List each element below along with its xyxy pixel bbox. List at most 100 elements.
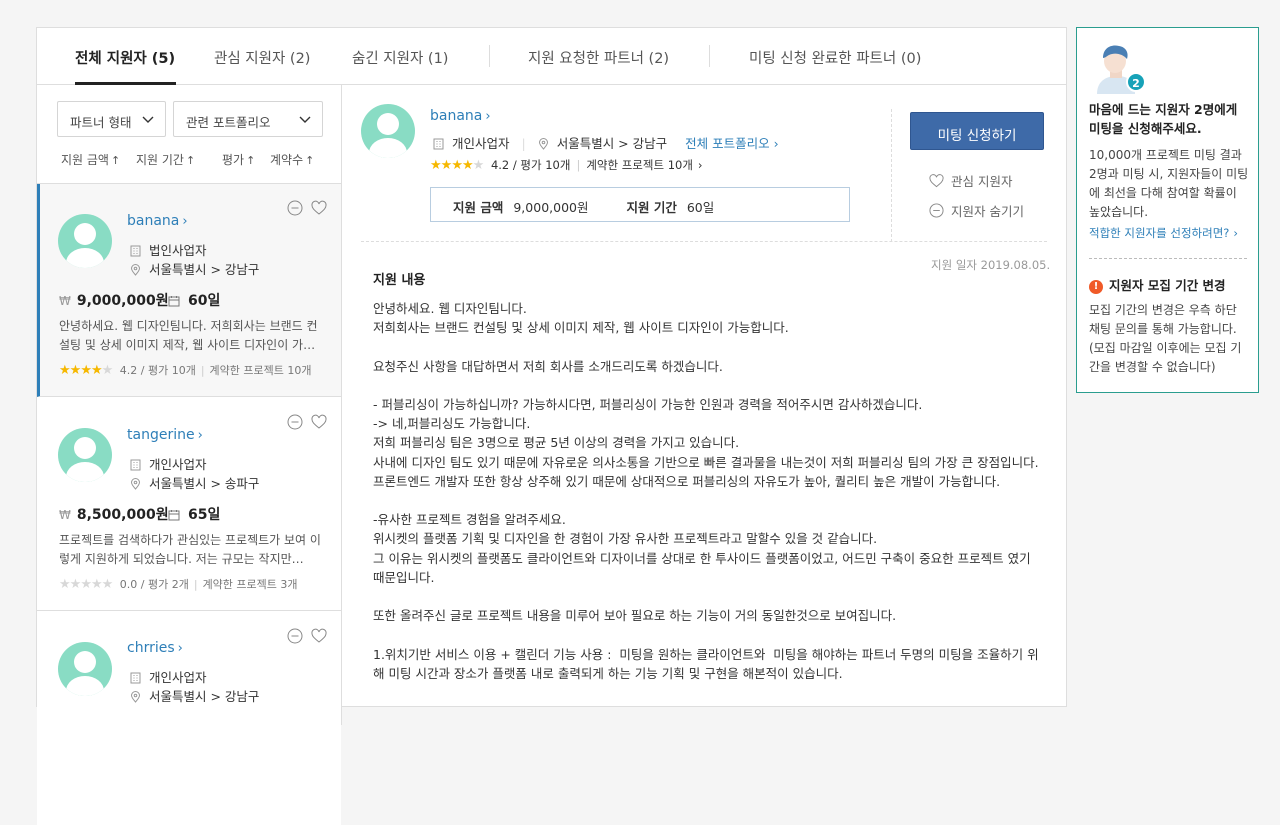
heart-icon bbox=[929, 174, 944, 188]
hide-minus-icon[interactable] bbox=[287, 200, 303, 216]
tab-hidden-applicants[interactable]: 숨긴 지원자 (1) bbox=[352, 47, 448, 68]
avatar bbox=[58, 428, 112, 482]
tab-meeting-requested-partners[interactable]: 미팅 신청 완료한 파트너 (0) bbox=[749, 47, 921, 68]
chevron-right-icon: › bbox=[182, 214, 188, 229]
business-type: 개인사업자 bbox=[130, 454, 207, 473]
hide-minus-icon[interactable] bbox=[287, 628, 303, 644]
location-pin-icon bbox=[130, 264, 141, 276]
avatar bbox=[58, 642, 112, 696]
star-filled-icon: ★ bbox=[430, 158, 442, 173]
rating-row: ★★★★★ 4.2 / 평가 10개 | 계약한 프로젝트 10개 bbox=[59, 363, 312, 378]
star-empty-icon: ★ bbox=[472, 158, 485, 173]
sort-arrow-icon: ↑ bbox=[246, 154, 256, 167]
tab-divider bbox=[709, 45, 710, 67]
portfolio-select-label: 관련 포트폴리오 bbox=[186, 115, 271, 130]
location: 서울특별시 > 강남구 bbox=[130, 259, 259, 278]
heart-icon[interactable] bbox=[311, 414, 327, 430]
location: 서울특별시 > 송파구 bbox=[130, 473, 259, 492]
divider bbox=[361, 241, 1047, 242]
star-filled-icon: ★ bbox=[69, 363, 82, 378]
section-title: 지원 내용 bbox=[373, 273, 426, 288]
rating-row: ★★★★★ 0.0 / 평가 2개 | 계약한 프로젝트 3개 bbox=[59, 577, 298, 592]
tip-headline: 마음에 드는 지원자 2명에게 미팅을 신청해주세요. bbox=[1089, 102, 1238, 136]
sort-arrow-icon: ↑ bbox=[305, 154, 315, 167]
heart-icon[interactable] bbox=[311, 200, 327, 216]
star-filled-icon: ★ bbox=[80, 363, 92, 378]
heart-icon[interactable] bbox=[311, 628, 327, 644]
card-actions bbox=[287, 414, 327, 434]
chevron-right-icon: › bbox=[197, 428, 203, 443]
star-empty-icon: ★ bbox=[59, 577, 71, 592]
chevron-right-icon: › bbox=[485, 109, 491, 124]
tab-interested-applicants[interactable]: 관심 지원자 (2) bbox=[214, 47, 310, 68]
building-icon bbox=[130, 459, 141, 471]
star-filled-icon: ★ bbox=[451, 158, 463, 173]
location: 서울특별시 > 강남구 bbox=[556, 136, 668, 151]
hide-minus-icon[interactable] bbox=[287, 414, 303, 430]
hide-applicant-button[interactable]: 지원자 숨기기 bbox=[929, 201, 1024, 220]
detail-name-link[interactable]: banana › bbox=[430, 108, 491, 124]
request-meeting-button[interactable]: 미팅 신청하기 bbox=[910, 112, 1044, 150]
bid-period: 60일 bbox=[168, 290, 220, 310]
applicant-summary: 안녕하세요. 웹 디자인팀니다. 저희회사는 브랜드 컨설팅 및 상세 이미지 … bbox=[59, 319, 318, 352]
bid-period: 65일 bbox=[168, 504, 220, 524]
business-type: 개인사업자 bbox=[452, 136, 510, 151]
detail-rating-row: ★★★★★ 4.2 / 평가 10개 | 계약한 프로젝트 10개 › bbox=[430, 158, 703, 173]
location-pin-icon bbox=[538, 138, 548, 150]
location: 서울특별시 > 강남구 bbox=[130, 686, 259, 705]
chevron-right-icon: › bbox=[697, 158, 703, 172]
building-icon bbox=[130, 672, 141, 684]
bid-amount: ₩9,000,000원 bbox=[59, 293, 169, 309]
sort-by-contracts[interactable]: 계약수 ↑ bbox=[270, 151, 314, 168]
applicant-name-link[interactable]: tangerine › bbox=[127, 427, 203, 443]
portfolio-link[interactable]: 전체 포트폴리오 › bbox=[685, 136, 778, 151]
applicant-panel: 전체 지원자 (5) 관심 지원자 (2) 숨긴 지원자 (1) 지원 요청한 … bbox=[36, 27, 1067, 825]
avatar bbox=[361, 104, 415, 158]
applicant-card[interactable]: chrries › 개인사업자 서울특별시 > 강남구 bbox=[37, 612, 341, 825]
star-filled-icon: ★ bbox=[90, 363, 103, 378]
detail-meta-row: 개인사업자 | 서울특별시 > 강남구 전체 포트폴리오 › bbox=[433, 133, 779, 152]
count-badge: 2 bbox=[1126, 72, 1146, 92]
selection-guide-link[interactable]: 적합한 지원자를 선정하려면? › bbox=[1089, 225, 1238, 241]
star-empty-icon: ★ bbox=[69, 577, 82, 592]
application-body: 안녕하세요. 웹 디자인팀니다. 저희회사는 브랜드 컨설팅 및 상세 이미지 … bbox=[373, 301, 1039, 681]
contracts-link[interactable]: 계약한 프로젝트 10개 › bbox=[586, 158, 702, 172]
chevron-right-icon: › bbox=[773, 136, 779, 151]
bid-amount: ₩8,500,000원 bbox=[59, 507, 169, 523]
sort-by-period[interactable]: 지원 기간 ↑ bbox=[136, 151, 195, 168]
portfolio-select[interactable]: 관련 포트폴리오 bbox=[173, 101, 323, 137]
warning-title: ! 지원자 모집 기간 변경 bbox=[1089, 275, 1226, 294]
sort-arrow-icon: ↑ bbox=[110, 154, 121, 167]
application-date: 지원 일자 2019.08.05. bbox=[931, 258, 1051, 272]
business-type: 개인사업자 bbox=[130, 667, 207, 686]
won-icon: ₩ bbox=[59, 508, 71, 522]
warning-text: 모집 기간의 변경은 우측 하단 채팅 문의를 통해 가능합니다. (모집 마감… bbox=[1089, 303, 1242, 374]
tips-sidebar: 2 마음에 드는 지원자 2명에게 미팅을 신청해주세요. 10,000개 프로… bbox=[1076, 27, 1259, 393]
tab-requested-partners[interactable]: 지원 요청한 파트너 (2) bbox=[528, 47, 669, 68]
tab-all-applicants[interactable]: 전체 지원자 (5) bbox=[75, 47, 175, 68]
location-pin-icon bbox=[130, 691, 141, 703]
sort-by-amount[interactable]: 지원 금액 ↑ bbox=[61, 151, 120, 168]
mark-interested-button[interactable]: 관심 지원자 bbox=[929, 171, 1012, 190]
applicant-card[interactable]: tangerine › 개인사업자 서울특별시 > 송파구 ₩8,500,000원… bbox=[37, 398, 341, 611]
building-icon bbox=[130, 245, 141, 257]
applicant-name-link[interactable]: banana › bbox=[127, 213, 188, 229]
business-type: 법인사업자 bbox=[130, 240, 207, 259]
star-empty-icon: ★ bbox=[101, 577, 114, 592]
calendar-icon bbox=[168, 296, 180, 307]
calendar-icon bbox=[168, 510, 180, 521]
hide-minus-icon bbox=[929, 203, 944, 218]
avatar bbox=[58, 214, 112, 268]
tab-divider bbox=[489, 45, 490, 67]
alert-icon: ! bbox=[1089, 280, 1103, 294]
tab-bar: 전체 지원자 (5) 관심 지원자 (2) 숨긴 지원자 (1) 지원 요청한 … bbox=[37, 28, 1066, 85]
card-actions bbox=[287, 200, 327, 220]
applicant-card[interactable]: banana › 법인사업자 서울특별시 > 강남구 ₩9,000,000원 60… bbox=[37, 184, 341, 397]
bid-summary-box: 지원 금액 9,000,000원 지원 기간 60일 bbox=[430, 187, 850, 222]
sort-by-rating[interactable]: 평가 ↑ bbox=[222, 151, 255, 168]
partner-type-select[interactable]: 파트너 형태 bbox=[57, 101, 166, 137]
star-filled-icon: ★ bbox=[461, 158, 474, 173]
partner-type-select-label: 파트너 형태 bbox=[70, 115, 132, 130]
star-filled-icon: ★ bbox=[59, 363, 71, 378]
applicant-name-link[interactable]: chrries › bbox=[127, 640, 183, 656]
